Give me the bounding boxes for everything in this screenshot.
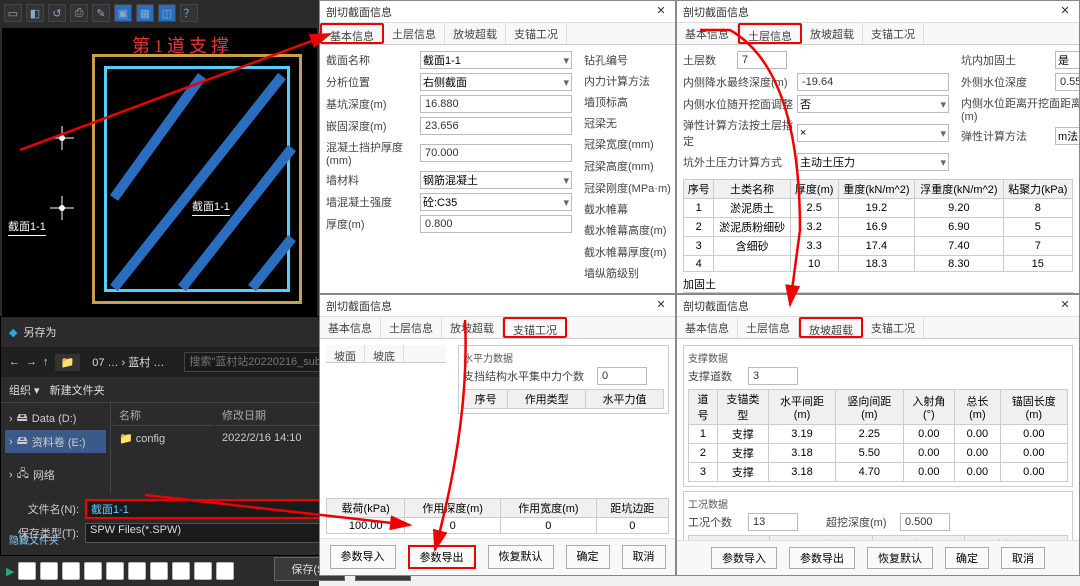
tool-icon[interactable]: ◧ bbox=[26, 4, 44, 22]
reinforced-select[interactable]: 是 bbox=[1055, 51, 1079, 69]
thk-input[interactable] bbox=[420, 215, 572, 233]
param-import-button[interactable]: 参数导入 bbox=[711, 547, 777, 569]
tab-soil[interactable]: 土层信息 bbox=[384, 23, 445, 44]
load-table[interactable]: 载荷(kPa)作用深度(m)作用宽度(m)距坑边距 100.00000 bbox=[326, 498, 669, 534]
tool-icon[interactable]: ▦ bbox=[136, 4, 154, 22]
tab-load[interactable]: 放坡超载 bbox=[445, 23, 506, 44]
nav-up-icon[interactable]: ↑ bbox=[43, 356, 49, 368]
status-icon[interactable] bbox=[18, 562, 36, 580]
over-depth-input[interactable] bbox=[900, 513, 950, 531]
tab-support[interactable]: 支锚工况 bbox=[503, 317, 567, 338]
play-icon[interactable]: ▶ bbox=[6, 565, 14, 578]
tool-icon[interactable]: ⎙ bbox=[70, 4, 88, 22]
tab-soil[interactable]: 土层信息 bbox=[381, 317, 442, 338]
section-info-dialog-loads: 剖切截面信息✕ 基本信息 土层信息 放坡超载 支锚工况 支撑数据 支撑道数 道号… bbox=[676, 294, 1080, 576]
status-icon[interactable] bbox=[194, 562, 212, 580]
tab-support[interactable]: 支锚工况 bbox=[863, 23, 924, 44]
soil-count-input[interactable] bbox=[737, 51, 787, 69]
wall-depth-input[interactable] bbox=[420, 117, 572, 135]
close-icon[interactable]: ✕ bbox=[1057, 4, 1073, 20]
status-bar: ▶ bbox=[6, 562, 234, 580]
dialog-title: 另存为 bbox=[23, 324, 56, 340]
tool-icon[interactable]: ◫ bbox=[158, 4, 176, 22]
elastic-select[interactable]: × bbox=[797, 124, 949, 142]
out-water-input[interactable] bbox=[1055, 73, 1079, 91]
status-icon[interactable] bbox=[128, 562, 146, 580]
tab-load[interactable]: 放坡超载 bbox=[442, 317, 503, 338]
close-icon[interactable]: ✕ bbox=[1057, 298, 1073, 314]
tab-soil[interactable]: 土层信息 bbox=[738, 23, 802, 44]
status-icon[interactable] bbox=[172, 562, 190, 580]
wall-mat-select[interactable]: 钢筋混凝土 bbox=[420, 171, 572, 189]
wall-thk-input[interactable] bbox=[420, 144, 572, 162]
cancel-button[interactable]: 取消 bbox=[1001, 547, 1045, 569]
section-info-dialog-basic: 剖切截面信息✕ 基本信息 土层信息 放坡超载 支锚工况 截面名称截面1-1 分析… bbox=[319, 0, 676, 294]
tool-icon[interactable]: ▣ bbox=[114, 4, 132, 22]
param-import-button[interactable]: 参数导入 bbox=[330, 545, 396, 569]
status-icon[interactable] bbox=[150, 562, 168, 580]
in-adj-select[interactable]: 否 bbox=[797, 95, 949, 113]
section-label: 截面1-1 bbox=[8, 218, 46, 236]
section-info-dialog-soil: 剖切截面信息✕ 基本信息 土层信息 放坡超载 支锚工况 土层数 内侧降水最终深度… bbox=[676, 0, 1080, 294]
elastic-m-select[interactable]: m法 bbox=[1055, 127, 1079, 145]
cad-toolbar: ▭ ◧ ↺ ⎙ ✎ ▣ ▦ ◫ ？ bbox=[0, 0, 319, 26]
section-info-dialog-support: 剖切截面信息✕ 基本信息 土层信息 放坡超载 支锚工况 坡面坡底 水平力数据 支… bbox=[319, 294, 676, 576]
tab-support[interactable]: 支锚工况 bbox=[506, 23, 567, 44]
ok-button[interactable]: 确定 bbox=[945, 547, 989, 569]
status-icon[interactable] bbox=[40, 562, 58, 580]
app-icon: ◆ bbox=[9, 326, 17, 339]
status-icon[interactable] bbox=[62, 562, 80, 580]
analysis-pos-select[interactable]: 右侧截面 bbox=[420, 73, 572, 91]
nav-fwd-icon[interactable]: → bbox=[26, 356, 37, 368]
hide-folders-link[interactable]: 隐藏文件夹 bbox=[9, 532, 59, 547]
tab-support[interactable]: 支锚工况 bbox=[863, 317, 924, 338]
ok-button[interactable]: 确定 bbox=[566, 545, 610, 569]
organize-menu[interactable]: 组织 ▾ bbox=[9, 382, 40, 398]
tool-icon[interactable]: ↺ bbox=[48, 4, 66, 22]
tab-load[interactable]: 放坡超载 bbox=[799, 317, 863, 338]
h-count-input[interactable] bbox=[597, 367, 647, 385]
status-icon[interactable] bbox=[84, 562, 102, 580]
param-export-button[interactable]: 参数导出 bbox=[408, 545, 476, 569]
tab-load[interactable]: 放坡超载 bbox=[802, 23, 863, 44]
tool-icon[interactable]: ✎ bbox=[92, 4, 110, 22]
in-water-input[interactable] bbox=[797, 73, 949, 91]
reinforce-table[interactable]: 土类名称宽度(m)厚度(m)重度(kN/m^2)浮重度(kN/m^2)粘聚力(k… bbox=[683, 292, 1073, 293]
tab-basic[interactable]: 基本信息 bbox=[320, 317, 381, 338]
soil-table[interactable]: 序号土类名称厚度(m)重度(kN/m^2)浮重度(kN/m^2)粘聚力(kPa)… bbox=[683, 179, 1073, 272]
conc-grade-select[interactable]: 砼:C35 bbox=[420, 193, 572, 211]
cad-viewport[interactable]: 第1道支撑 截面1-1 截面1-1 bbox=[2, 28, 317, 318]
h-force-table[interactable]: 序号作用类型水平力值 bbox=[463, 389, 664, 409]
anchor-table[interactable]: 道号支锚类型水平间距(m)竖向间距(m)入射角(°)总长(m)锚固长度(m) 1… bbox=[688, 389, 1068, 482]
filename-label: 文件名(N): bbox=[9, 501, 79, 517]
folder-tree[interactable]: ›🖴Data (D:) ›🖴资料卷 (E:) ›🖧网络 bbox=[1, 403, 111, 493]
folder-icon: 📁 bbox=[55, 354, 81, 371]
tab-basic[interactable]: 基本信息 bbox=[320, 23, 384, 44]
pressure-select[interactable]: 主动土压力 bbox=[797, 153, 949, 171]
cancel-button[interactable]: 取消 bbox=[622, 545, 666, 569]
section-label-2: 截面1-1 bbox=[192, 198, 230, 216]
tool-icon[interactable]: ▭ bbox=[4, 4, 22, 22]
status-icon[interactable] bbox=[106, 562, 124, 580]
cond-count-input[interactable] bbox=[748, 513, 798, 531]
param-export-button[interactable]: 参数导出 bbox=[789, 547, 855, 569]
close-icon[interactable]: ✕ bbox=[653, 4, 669, 20]
restore-default-button[interactable]: 恢复默认 bbox=[488, 545, 554, 569]
tool-icon[interactable]: ？ bbox=[180, 4, 198, 22]
nav-back-icon[interactable]: ← bbox=[9, 356, 20, 368]
status-icon[interactable] bbox=[216, 562, 234, 580]
tab-soil[interactable]: 土层信息 bbox=[738, 317, 799, 338]
anchor-count-input[interactable] bbox=[748, 367, 798, 385]
tab-basic[interactable]: 基本信息 bbox=[677, 317, 738, 338]
pit-depth-input[interactable] bbox=[420, 95, 572, 113]
new-folder-button[interactable]: 新建文件夹 bbox=[50, 382, 105, 398]
tab-basic[interactable]: 基本信息 bbox=[677, 23, 738, 44]
tab-bar: 基本信息 土层信息 放坡超载 支锚工况 bbox=[320, 23, 675, 45]
section-name-select[interactable]: 截面1-1 bbox=[420, 51, 572, 69]
close-icon[interactable]: ✕ bbox=[653, 298, 669, 314]
restore-default-button[interactable]: 恢复默认 bbox=[867, 547, 933, 569]
